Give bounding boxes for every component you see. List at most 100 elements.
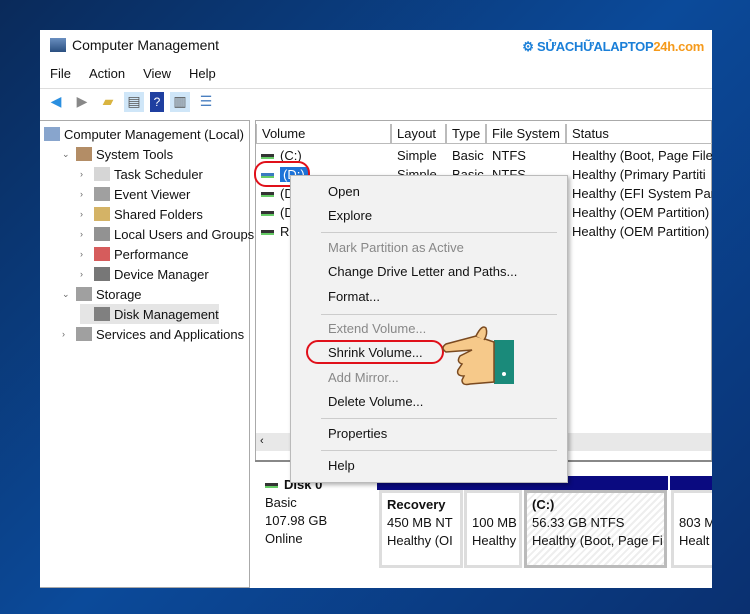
- cell-status: Healthy (OEM Partition): [572, 224, 710, 239]
- partition-size: 100 MB: [472, 515, 517, 530]
- column-layout[interactable]: Layout: [391, 124, 446, 144]
- partition-efi[interactable]: 100 MB Healthy: [464, 490, 522, 568]
- drive-icon: [261, 230, 274, 236]
- chevron-down-icon[interactable]: ⌄: [62, 149, 72, 160]
- tree-shared-folders[interactable]: › Shared Folders: [80, 204, 203, 224]
- tree-computer-management[interactable]: Computer Management (Local): [44, 124, 244, 144]
- cell-status: Healthy (Boot, Page File: [572, 148, 712, 163]
- menu-item-add-mirror[interactable]: Add Mirror...: [328, 370, 399, 385]
- window-title: Computer Management: [72, 37, 220, 53]
- tree-label: Shared Folders: [114, 206, 203, 222]
- menu-item-delete-volume[interactable]: Delete Volume...: [328, 394, 423, 409]
- column-volume[interactable]: Volume: [256, 124, 391, 144]
- menu-item-open[interactable]: Open: [328, 184, 360, 199]
- menu-bar: File Action View Help: [40, 66, 216, 81]
- cell-volume: (D: [261, 186, 294, 201]
- menu-item-explore[interactable]: Explore: [328, 208, 372, 223]
- menu-item-extend-volume[interactable]: Extend Volume...: [328, 321, 426, 336]
- disk-size: 107.98 GB: [265, 513, 328, 528]
- navigation-tree: Computer Management (Local) ⌄ System Tools…: [40, 120, 254, 588]
- partition-oem[interactable]: 803 M Healt: [671, 490, 712, 568]
- tree-storage[interactable]: ⌄ Storage: [62, 284, 142, 304]
- properties-icon[interactable]: ☰: [196, 92, 216, 112]
- cell-volume: (D: [261, 205, 294, 220]
- cell-type: Basic: [452, 148, 484, 163]
- chevron-right-icon[interactable]: ›: [80, 189, 90, 199]
- disk-icon: [265, 483, 278, 489]
- tree-system-tools[interactable]: ⌄ System Tools: [62, 144, 173, 164]
- highlight-circle-shrink: [306, 340, 444, 364]
- partition-c[interactable]: (C:) 56.33 GB NTFS Healthy (Boot, Page Fi: [524, 490, 667, 568]
- chevron-right-icon[interactable]: ›: [80, 249, 90, 259]
- tree-services-applications[interactable]: › Services and Applications: [62, 324, 244, 344]
- column-type[interactable]: Type: [446, 124, 486, 144]
- chevron-right-icon[interactable]: ›: [80, 269, 90, 279]
- watermark-main: SỬACHỮALAPTOP: [536, 39, 654, 54]
- partition-size: 803 M: [679, 515, 712, 530]
- menu-view[interactable]: View: [143, 66, 171, 81]
- partition-name: Recovery: [387, 497, 446, 512]
- menu-item-properties[interactable]: Properties: [328, 426, 387, 441]
- tree-label: Storage: [96, 286, 142, 302]
- chevron-down-icon[interactable]: ⌄: [62, 289, 72, 300]
- disk-state: Online: [265, 531, 303, 546]
- tree-label: Computer Management (Local): [64, 126, 244, 142]
- drive-icon: [261, 211, 274, 217]
- computer-management-icon: [44, 127, 60, 141]
- partition-status: Healthy: [472, 533, 517, 548]
- help-icon[interactable]: ?: [150, 91, 164, 112]
- cell-fs: NTFS: [492, 148, 526, 163]
- menu-action[interactable]: Action: [89, 66, 125, 81]
- local-users-groups-icon: [94, 227, 110, 241]
- tree-label: System Tools: [96, 146, 174, 162]
- forward-icon[interactable]: ▶: [72, 92, 92, 112]
- chevron-right-icon[interactable]: ›: [80, 169, 90, 179]
- partition-status: Healthy (Boot, Page Fi: [532, 533, 663, 548]
- cell-status: Healthy (EFI System Par: [572, 186, 712, 201]
- tree-device-manager[interactable]: › Device Manager: [80, 264, 209, 284]
- menu-help[interactable]: Help: [189, 66, 216, 81]
- partition-recovery[interactable]: Recovery 450 MB NT Healthy (OI: [379, 490, 463, 568]
- disk-info: Disk 0 Basic 107.98 GB Online: [265, 476, 327, 548]
- column-status[interactable]: Status: [566, 124, 712, 144]
- show-hide-tree-icon[interactable]: ▤: [124, 91, 144, 112]
- column-file-system[interactable]: File System: [486, 124, 566, 144]
- tree-performance[interactable]: › Performance: [80, 244, 188, 264]
- back-icon[interactable]: ◀: [46, 92, 66, 112]
- up-folder-icon[interactable]: ▰: [98, 92, 118, 112]
- volume-row[interactable]: (C:) Simple Basic NTFS Healthy (Boot, Page F…: [256, 146, 712, 165]
- storage-icon: [76, 287, 92, 301]
- menu-item-mark-partition-as-active[interactable]: Mark Partition as Active: [328, 240, 464, 255]
- context-menu: Open Explore Mark Partition as Active Chang…: [290, 175, 568, 483]
- title-bar: Computer Management: [50, 37, 219, 53]
- tree-label: Performance: [114, 246, 189, 262]
- partition-size: 56.33 GB NTFS: [532, 515, 625, 530]
- tree-task-scheduler[interactable]: › Task Scheduler: [80, 164, 203, 184]
- services-applications-icon: [76, 327, 92, 341]
- menu-separator: [321, 314, 557, 315]
- tree-event-viewer[interactable]: › Event Viewer: [80, 184, 190, 204]
- menu-item-help[interactable]: Help: [328, 458, 355, 473]
- disk-type: Basic: [265, 495, 297, 510]
- partition-status: Healthy (OI: [387, 533, 453, 548]
- chevron-right-icon[interactable]: ›: [80, 209, 90, 219]
- pointing-hand-icon: [442, 326, 514, 386]
- action-pane-icon[interactable]: ▥: [170, 91, 190, 112]
- tree-label: Task Scheduler: [114, 166, 203, 182]
- partition-status: Healt: [679, 533, 710, 548]
- tree-label: Event Viewer: [114, 186, 191, 202]
- tree-local-users-groups[interactable]: › Local Users and Groups: [80, 224, 254, 244]
- chevron-right-icon[interactable]: ›: [80, 229, 90, 239]
- menu-item-change-drive-letter-and-paths[interactable]: Change Drive Letter and Paths...: [328, 264, 517, 279]
- shared-folders-icon: [94, 207, 110, 221]
- computer-management-icon: [50, 38, 66, 52]
- chevron-right-icon[interactable]: ›: [62, 329, 72, 339]
- event-viewer-icon: [94, 187, 110, 201]
- tree-disk-management[interactable]: Disk Management: [80, 304, 219, 324]
- drive-icon: [261, 154, 274, 160]
- menu-item-format[interactable]: Format...: [328, 289, 380, 304]
- tree-label: Local Users and Groups: [114, 226, 255, 242]
- menu-file[interactable]: File: [50, 66, 71, 81]
- task-scheduler-icon: [94, 167, 110, 181]
- cell-status: Healthy (Primary Partiti: [572, 167, 706, 182]
